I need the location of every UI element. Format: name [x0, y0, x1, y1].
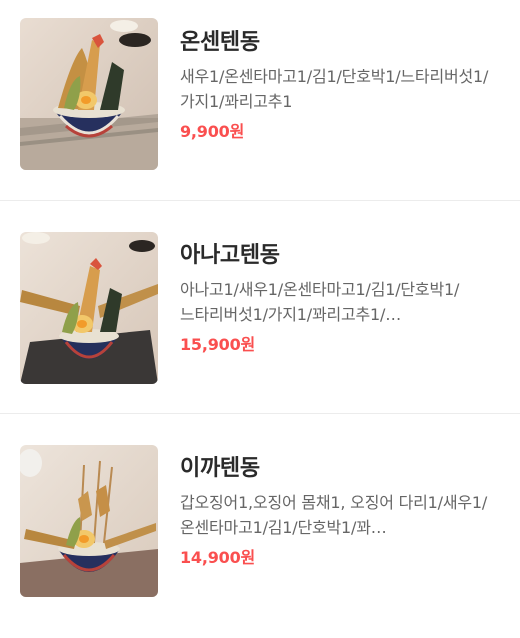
menu-item-description: 갑오징어1,오징어 몸채1, 오징어 다리1/새우1/온센타마고1/김1/단호박… — [180, 493, 488, 537]
divider — [0, 200, 520, 201]
tempura-bowl-image — [20, 445, 158, 597]
tempura-bowl-image — [20, 232, 158, 384]
menu-item-description: 아나고1/새우1/온센타마고1/김1/단호박1/느타리버섯1/가지1/꽈리고추1… — [180, 280, 460, 324]
menu-item-description: 새우1/온센타마고1/김1/단호박1/느타리버섯1/가지1/꽈리고추1 — [180, 67, 489, 111]
menu-item-ika-tendon[interactable]: 이까텐동 갑오징어1,오징어 몸채1, 오징어 다리1/새우1/온센타마고1/김… — [0, 426, 520, 638]
menu-item-name: 온센텐동 — [180, 30, 260, 55]
menu-item-info: 아나고텐동 아나고1/새우1/온센타마고1/김1/단호박1/느타리버섯1/가지1… — [180, 239, 500, 357]
menu-item-price: 15,900원 — [180, 335, 256, 354]
menu-item-name: 아나고텐동 — [180, 243, 280, 268]
menu-item-photo[interactable] — [20, 232, 158, 384]
menu-item-info: 이까텐동 갑오징어1,오징어 몸채1, 오징어 다리1/새우1/온센타마고1/김… — [180, 452, 500, 570]
menu-item-photo[interactable] — [20, 18, 158, 170]
tempura-bowl-image — [20, 18, 158, 170]
menu-item-info: 온센텐동 새우1/온센타마고1/김1/단호박1/느타리버섯1/가지1/꽈리고추1… — [180, 26, 500, 144]
menu-item-photo[interactable] — [20, 445, 158, 597]
menu-item-onsen-tendon[interactable]: 온센텐동 새우1/온센타마고1/김1/단호박1/느타리버섯1/가지1/꽈리고추1… — [0, 0, 520, 212]
menu-item-anago-tendon[interactable]: 아나고텐동 아나고1/새우1/온센타마고1/김1/단호박1/느타리버섯1/가지1… — [0, 213, 520, 425]
menu-item-price: 9,900원 — [180, 122, 245, 141]
menu-item-name: 이까텐동 — [180, 456, 260, 481]
menu-item-price: 14,900원 — [180, 548, 256, 567]
divider — [0, 413, 520, 414]
